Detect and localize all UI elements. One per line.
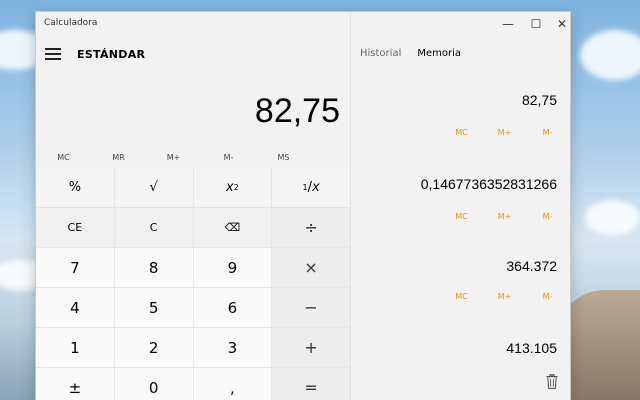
memory-bar: MC MR M+ M- MS [36, 148, 350, 168]
memory-item-m-minus-button[interactable]: M- [526, 128, 569, 137]
plus-button[interactable]: + [272, 328, 350, 367]
three-button[interactable]: 3 [193, 328, 272, 367]
tab-memoria[interactable]: Memoria [417, 48, 461, 59]
mode-title: ESTÁNDAR [77, 48, 146, 61]
memory-item[interactable]: 0,1467736352831266 MC M+ M- [351, 176, 569, 236]
memory-item-mc-button[interactable]: MC [440, 212, 483, 221]
memory-value: 82,75 [521, 92, 557, 108]
ce-button[interactable]: CE [36, 208, 114, 247]
memory-item-actions: MC M+ M- [440, 212, 569, 221]
c-button[interactable]: C [114, 208, 193, 247]
reciprocal-button[interactable]: 1/x [272, 168, 350, 207]
keypad: % √ x2 1/x CE C ⌫ ÷ 7 8 9 × 4 5 6 − 1 2 … [36, 168, 350, 400]
mr-button[interactable]: MR [91, 148, 146, 168]
six-button[interactable]: 6 [193, 288, 272, 327]
one-button[interactable]: 1 [36, 328, 114, 367]
m-plus-button[interactable]: M+ [146, 148, 201, 168]
memory-item-m-plus-button[interactable]: M+ [483, 128, 526, 137]
square-base: x [225, 180, 234, 195]
eight-button[interactable]: 8 [114, 248, 193, 287]
backspace-icon: ⌫ [224, 221, 241, 234]
memory-value: 413.105 [506, 340, 557, 356]
hamburger-menu-icon[interactable] [45, 48, 61, 60]
panel-tabs: Historial Memoria [360, 48, 461, 59]
square-button[interactable]: x2 [193, 168, 272, 207]
calculator-pane: Calculadora ESTÁNDAR 82,75 MC MR M+ M- M… [36, 12, 350, 400]
recip-num: 1 [302, 183, 308, 192]
memory-item[interactable]: 364.372 MC M+ M- [351, 258, 569, 318]
ms-button[interactable]: MS [256, 148, 311, 168]
memory-item-actions: MC M+ M- [440, 292, 569, 301]
percent-button[interactable]: % [36, 168, 114, 207]
memory-value: 0,1467736352831266 [420, 176, 557, 192]
multiply-button[interactable]: × [272, 248, 350, 287]
square-exp: 2 [233, 183, 239, 192]
tab-historial[interactable]: Historial [360, 48, 401, 59]
memory-item-m-plus-button[interactable]: M+ [483, 292, 526, 301]
negate-button[interactable]: ± [36, 368, 114, 400]
two-button[interactable]: 2 [114, 328, 193, 367]
sqrt-button[interactable]: √ [114, 168, 193, 207]
five-button[interactable]: 5 [114, 288, 193, 327]
minus-button[interactable]: − [272, 288, 350, 327]
equals-button[interactable]: = [272, 368, 350, 400]
memory-item-mc-button[interactable]: MC [440, 128, 483, 137]
close-button[interactable]: ✕ [548, 14, 576, 34]
zero-button[interactable]: 0 [114, 368, 193, 400]
memory-item[interactable]: 82,75 MC M+ M- [351, 92, 569, 152]
memory-item-m-minus-button[interactable]: M- [526, 212, 569, 221]
calculator-window: Calculadora ESTÁNDAR 82,75 MC MR M+ M- M… [36, 12, 570, 400]
display-area [36, 12, 350, 168]
memory-item[interactable]: 413.105 [351, 340, 569, 370]
window-title: Calculadora [44, 18, 98, 28]
nine-button[interactable]: 9 [193, 248, 272, 287]
memory-item-m-minus-button[interactable]: M- [526, 292, 569, 301]
backspace-button[interactable]: ⌫ [193, 208, 272, 247]
decimal-button[interactable]: , [193, 368, 272, 400]
mc-button[interactable]: MC [36, 148, 91, 168]
memory-item-actions: MC M+ M- [440, 128, 569, 137]
m-minus-button[interactable]: M- [201, 148, 256, 168]
memory-item-m-plus-button[interactable]: M+ [483, 212, 526, 221]
side-panel: — ☐ ✕ Historial Memoria 82,75 MC M+ M- 0… [350, 12, 570, 400]
memory-value: 364.372 [506, 258, 557, 274]
display-value: 82,75 [254, 92, 340, 130]
recip-den: x [312, 180, 320, 195]
divide-button[interactable]: ÷ [272, 208, 350, 247]
maximize-button[interactable]: ☐ [522, 14, 550, 34]
seven-button[interactable]: 7 [36, 248, 114, 287]
trash-icon[interactable] [546, 374, 558, 389]
minimize-button[interactable]: — [494, 14, 522, 34]
four-button[interactable]: 4 [36, 288, 114, 327]
memory-item-mc-button[interactable]: MC [440, 292, 483, 301]
